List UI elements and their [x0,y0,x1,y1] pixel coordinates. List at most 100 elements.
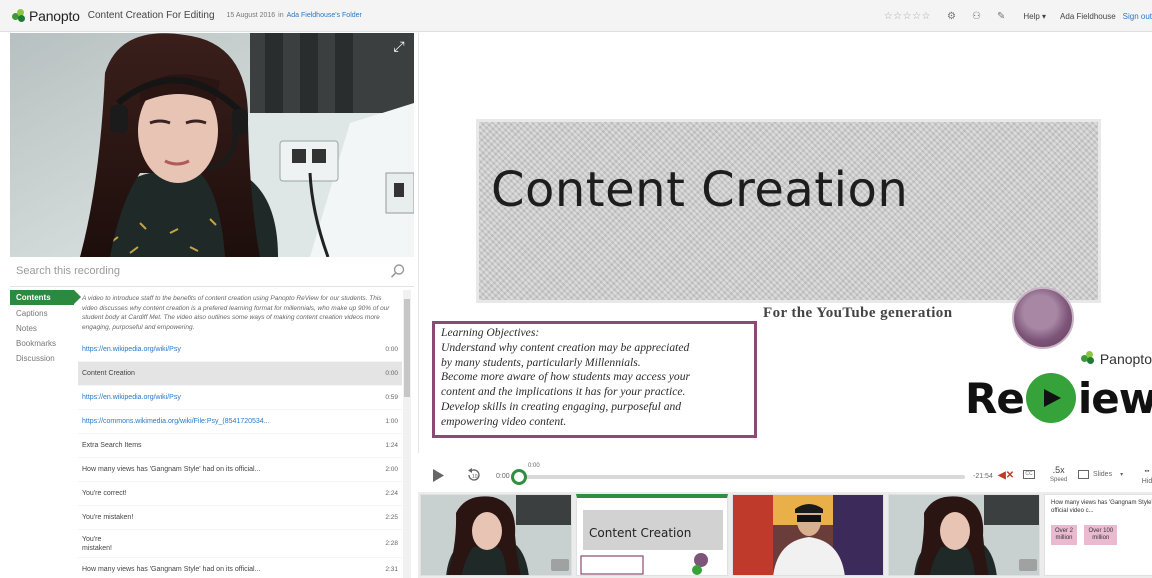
objective-line: Learning Objectives: [441,326,540,339]
list-item-time: 0:00 [385,370,398,377]
slide-subtitle: For the YouTube generation [763,305,953,321]
thumbnail-badge [551,559,569,571]
review-text-right: iew [1077,373,1152,423]
time-tooltip: 0:00 [528,463,540,469]
thumbnail-psy-image [733,495,883,575]
sign-out-link[interactable]: Sign out [1123,12,1152,21]
list-item[interactable]: You're correct! 2:24 [78,482,402,506]
slide-view: Content Creation For the YouTube generat… [418,33,1152,453]
objective-line: by many students, particularly Millennia… [441,355,641,369]
svg-text:10: 10 [472,474,478,480]
list-item-time: 2:31 [385,566,398,573]
slides-icon [1078,470,1089,479]
chevron-down-icon: ▾ [1042,11,1047,21]
speed-label: Speed [1050,477,1068,483]
list-item-time: 2:28 [385,540,398,547]
list-item[interactable]: How many views has 'Gangnam Style' had o… [78,458,402,482]
gear-icon[interactable]: ⚙ [947,11,956,22]
scrollbar-thumb[interactable] [404,299,410,397]
search-input[interactable] [16,265,376,277]
search-bar [10,258,414,287]
objective-line: empowering video content. [441,414,567,428]
list-item[interactable]: How many views has 'Gangnam Style' had o… [78,558,402,578]
thumbnail-image [421,495,571,575]
list-item-time: 2:25 [385,514,398,521]
tab-captions[interactable]: Captions [10,306,74,321]
list-item[interactable]: You're mistaken! 2:28 [78,530,402,558]
tab-contents[interactable]: Contents [10,290,81,305]
search-icon[interactable] [390,263,406,279]
list-item-time: 1:00 [385,418,398,425]
learning-objectives-box: Learning Objectives: Understand why cont… [432,321,757,438]
folder-link[interactable]: Ada Fieldhouse's Folder [287,12,362,19]
recording-date: 15 August 2016 [226,12,276,19]
list-item[interactable]: https://commons.wikimedia.org/wiki/File:… [78,410,402,434]
list-item[interactable]: Content Creation 0:00 [78,362,402,386]
list-item-time: 0:00 [385,346,398,353]
list-item[interactable]: https://en.wikipedia.org/wiki/Psy 0:00 [78,338,402,362]
top-bar: Panopto Content Creation For Editing 15 … [0,0,1152,32]
help-menu[interactable]: Help ▾ [1023,12,1046,21]
list-item[interactable]: https://en.wikipedia.org/wiki/Psy 0:59 [78,386,402,410]
rewind-icon[interactable]: 10 [466,467,482,483]
objective-line: Understand why content creation may be a… [441,340,690,354]
contents-scrollbar[interactable] [403,290,411,578]
thumbnail-slide-title: Content Creation [589,526,692,540]
list-item[interactable]: You're mistaken! 2:25 [78,506,402,530]
quiz-options: Over 2 million Over 100 million [1045,519,1152,545]
contents-list: A video to introduce staff to the benefi… [78,290,402,578]
thumbnail-slide[interactable]: Content Creation [576,494,728,576]
edit-pencil-icon[interactable]: ✎ [997,11,1005,22]
help-label: Help [1023,11,1040,21]
list-item-time: 1:24 [385,442,398,449]
speed-value: .5x [1052,465,1065,475]
current-time: 0:00 [496,473,510,480]
rating-stars[interactable]: ☆☆☆☆☆ [884,11,931,22]
panopto-logo-icon [1080,351,1097,367]
slide-panopto-brand: Panopto [1099,351,1152,367]
slides-button[interactable]: Slides ▾ [1078,470,1123,479]
objective-line: Develop skills in creating engaging, pur… [441,399,682,413]
panopto-logo[interactable]: Panopto [12,8,80,24]
brand-name: Panopto [29,7,80,24]
play-icon[interactable] [432,469,444,482]
share-people-icon[interactable]: ⚇ [972,11,981,22]
slide-title: Content Creation [491,162,909,218]
thumbnail-strip: Content Creation How many views has 'Gan… [418,492,1152,578]
quiz-option: Over 100 million [1084,525,1118,545]
list-item-label: https://en.wikipedia.org/wiki/Psy [82,346,181,353]
thumbnail-webcam[interactable] [420,494,572,576]
list-item-time: 2:00 [385,466,398,473]
webcam-frame-image [10,33,414,257]
hide-icon: ▪▪ [1144,468,1150,475]
thumbnail-image [889,495,1039,575]
list-item-label: https://en.wikipedia.org/wiki/Psy [82,394,181,401]
webcam-video[interactable]: ⤢ [10,33,414,257]
quiz-option: Over 2 million [1051,525,1078,545]
expand-icon[interactable]: ⤢ [390,37,408,55]
captions-icon[interactable]: CC [1023,470,1035,479]
thumbnail-webcam-2[interactable] [888,494,1040,576]
speed-button[interactable]: .5x Speed [1050,465,1067,485]
objective-line: content and the implications it has for … [441,385,686,399]
list-item-time: 0:59 [385,394,398,401]
time-remaining: -21:54 [973,473,993,480]
tab-bookmarks[interactable]: Bookmarks [10,336,74,351]
list-item[interactable]: Extra Search Items 1:24 [78,434,402,458]
review-logo: Re iew [965,373,1152,423]
tab-notes[interactable]: Notes [10,321,74,336]
tab-discussion[interactable]: Discussion [10,351,74,366]
list-item-label: How many views has 'Gangnam Style' had o… [82,466,261,473]
list-item-label: https://commons.wikimedia.org/wiki/File:… [82,418,270,425]
seek-bar[interactable] [518,475,965,479]
objective-line: Become more aware of how students may ac… [441,370,690,384]
thumbnail-quiz[interactable]: How many views has 'Gangnam Style' had o… [1044,494,1152,576]
review-text-left: Re [965,373,1025,423]
hide-button[interactable]: ▪▪ Hid [1140,467,1152,487]
thumbnail-image[interactable] [732,494,884,576]
slides-label: Slides [1093,471,1113,478]
list-item-label: Extra Search Items [82,442,142,449]
decorative-circle [1012,287,1074,349]
seek-handle[interactable] [511,469,527,485]
mute-icon[interactable]: ◀✕ [998,470,1014,481]
